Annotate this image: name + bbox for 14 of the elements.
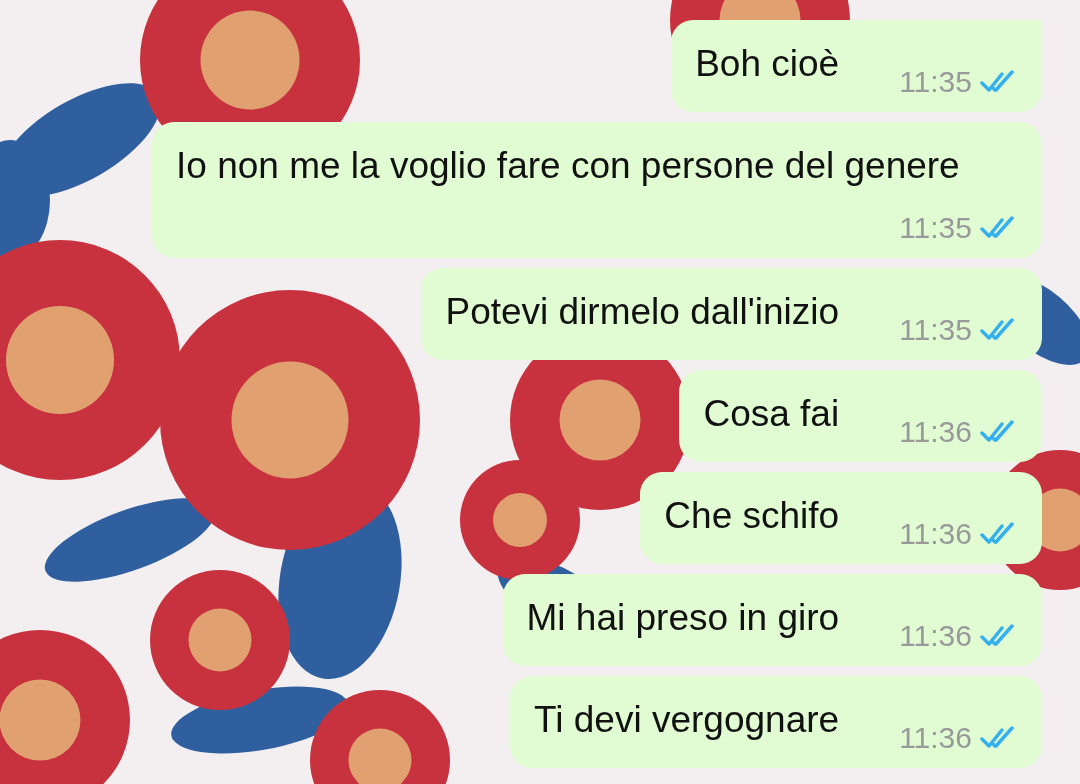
message-text: Cosa fai [703, 393, 840, 434]
message-text: Che schifo [664, 495, 840, 536]
message-text: Mi hai preso in giro [526, 597, 840, 638]
message-time: 11:36 [899, 517, 972, 551]
message-text: Io non me la voglio fare con persone del genere [176, 145, 960, 186]
message-time: 11:35 [899, 65, 972, 99]
message-time: 11:36 [899, 415, 972, 449]
message-time: 11:35 [899, 211, 972, 245]
message-text: Potevi dirmelo dall'inizio [445, 291, 840, 332]
message-time: 11:36 [899, 619, 972, 653]
message-time: 11:36 [899, 721, 972, 755]
message-time: 11:35 [899, 313, 972, 347]
message-text: Ti devi vergognare [534, 699, 840, 740]
message-text: Boh cioè [695, 43, 840, 84]
